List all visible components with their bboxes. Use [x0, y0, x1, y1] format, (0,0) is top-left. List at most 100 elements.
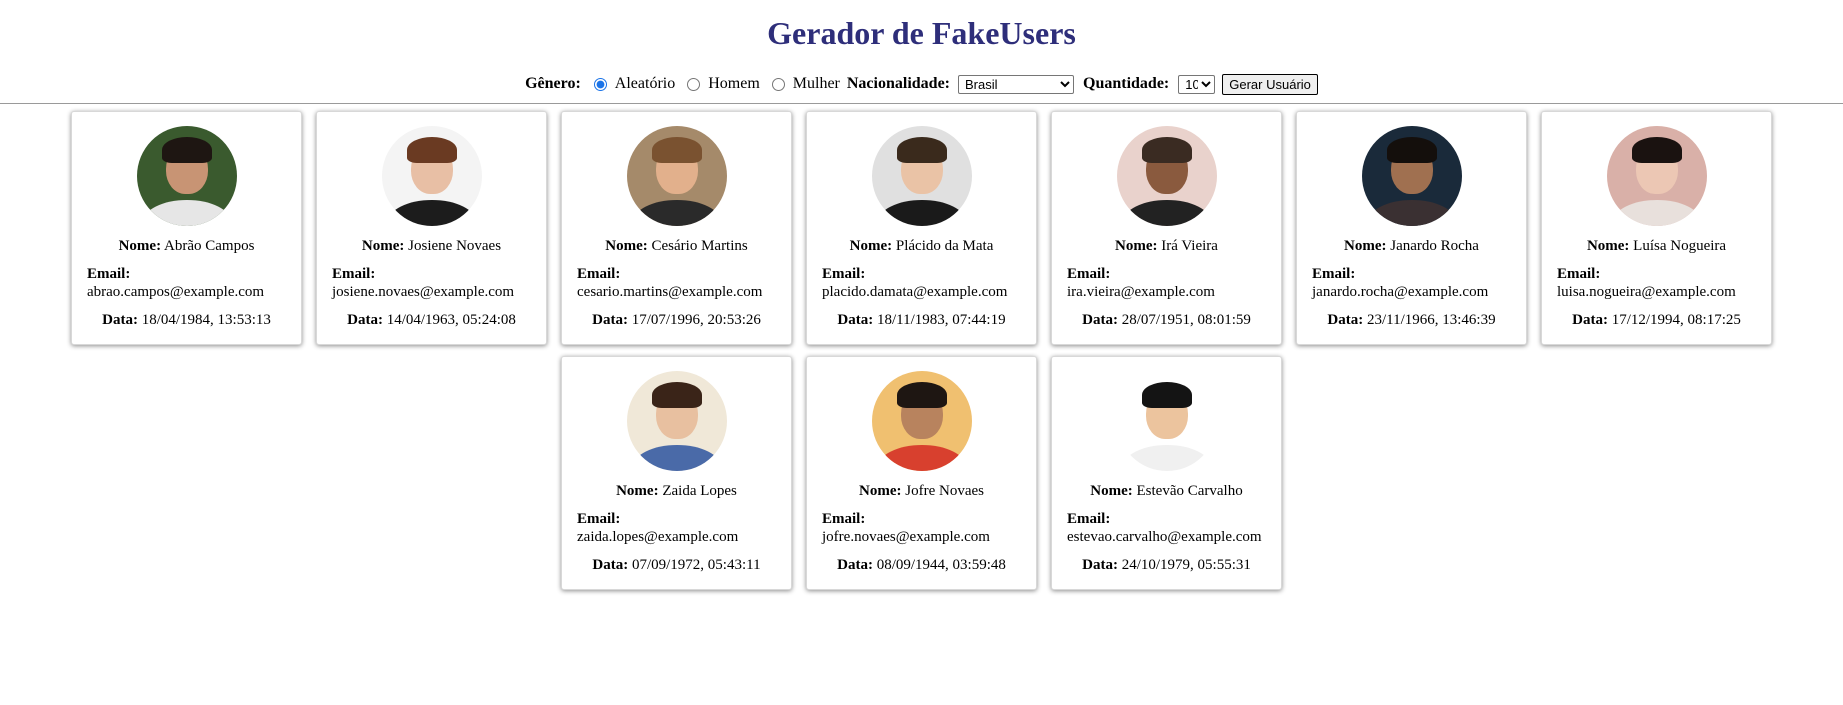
- user-email: luisa.nogueira@example.com: [1557, 284, 1736, 300]
- radio-homem-input[interactable]: [687, 77, 701, 91]
- radio-homem-label: Homem: [708, 75, 760, 92]
- user-name: Luísa Nogueira: [1633, 238, 1727, 254]
- nome-label: Nome:: [859, 483, 902, 499]
- avatar: [1116, 371, 1217, 471]
- user-name: Janardo Rocha: [1390, 238, 1479, 254]
- user-card: Nome: Janardo Rocha Email: janardo.rocha@e…: [1296, 111, 1527, 345]
- data-label: Data:: [592, 312, 628, 328]
- email-label: Email:: [332, 266, 376, 282]
- radio-homem[interactable]: Homem: [675, 75, 760, 93]
- quantidade-select[interactable]: 10: [1178, 74, 1216, 94]
- avatar-hair: [1141, 382, 1192, 408]
- radio-mulher[interactable]: Mulher: [760, 75, 840, 93]
- avatar: [626, 371, 727, 471]
- avatar: [1606, 126, 1707, 226]
- data-label: Data:: [1327, 312, 1364, 328]
- user-card: Nome: Cesário Martins Email: cesario.marti…: [561, 111, 792, 345]
- radio-aleatorio-input[interactable]: [593, 77, 607, 91]
- data-label: Data:: [102, 312, 138, 328]
- data-label: Data:: [837, 312, 874, 328]
- user-card: Nome: Abrão Campos Email: abrao.campos@exa…: [71, 111, 302, 345]
- user-date-line: Data: 14/04/1963, 05:24:08: [317, 311, 546, 329]
- avatar-hair: [651, 382, 702, 408]
- nome-label: Nome:: [118, 238, 162, 254]
- user-email-block: Email: estevao.carvalho@example.com: [1052, 510, 1281, 546]
- user-email-block: Email: josiene.novaes@example.com: [317, 265, 546, 301]
- user-email-block: Email: placido.damata@example.com: [807, 265, 1036, 301]
- user-card: Nome: Luísa Nogueira Email: luisa.nogueira…: [1541, 111, 1772, 345]
- data-label: Data:: [1082, 312, 1118, 328]
- user-cards-grid: Nome: Abrão Campos Email: abrao.campos@exa…: [42, 111, 1802, 590]
- avatar: [381, 126, 482, 226]
- avatar-body: [632, 200, 721, 226]
- user-name-line: Nome: Plácido da Mata: [807, 237, 1036, 255]
- user-date: 18/11/1983, 07:44:19: [876, 312, 1006, 328]
- user-email: janardo.rocha@example.com: [1312, 284, 1489, 300]
- user-name-line: Nome: Josiene Novaes: [317, 237, 546, 255]
- user-name: Abrão Campos: [164, 238, 255, 254]
- user-date: 18/04/1984, 13:53:13: [141, 312, 271, 328]
- user-name: Plácido da Mata: [895, 238, 994, 254]
- user-card: Nome: Zaida Lopes Email: zaida.lopes@examp…: [561, 356, 792, 590]
- user-name: Zaida Lopes: [662, 483, 737, 499]
- nacionalidade-select[interactable]: Brasil: [958, 74, 1074, 94]
- data-label: Data:: [837, 557, 873, 573]
- nacionalidade-label: Nacionalidade:: [846, 75, 950, 92]
- gerar-usuario-button[interactable]: Gerar Usuário: [1222, 73, 1318, 95]
- user-name-line: Nome: Irá Vieira: [1052, 237, 1281, 255]
- radio-aleatorio[interactable]: Aleatório: [581, 75, 675, 93]
- user-date: 28/07/1951, 08:01:59: [1121, 312, 1251, 328]
- user-date-line: Data: 18/04/1984, 13:53:13: [72, 311, 301, 329]
- user-card: Nome: Jofre Novaes Email: jofre.novaes@exa…: [806, 356, 1037, 590]
- user-name-line: Nome: Janardo Rocha: [1297, 237, 1526, 255]
- user-date: 24/10/1979, 05:55:31: [1121, 557, 1251, 573]
- email-label: Email:: [577, 266, 621, 282]
- email-label: Email:: [1067, 266, 1111, 282]
- email-label: Email:: [822, 511, 866, 527]
- user-email: josiene.novaes@example.com: [332, 284, 515, 300]
- avatar: [871, 126, 972, 226]
- avatar-body: [1122, 445, 1211, 471]
- user-email-block: Email: luisa.nogueira@example.com: [1542, 265, 1771, 301]
- nome-label: Nome:: [849, 238, 893, 254]
- genero-label: Gênero:: [525, 75, 581, 92]
- divider: [0, 103, 1843, 104]
- radio-mulher-label: Mulher: [792, 75, 840, 92]
- user-card: Nome: Irá Vieira Email: ira.vieira@example…: [1051, 111, 1282, 345]
- user-name-line: Nome: Jofre Novaes: [807, 482, 1036, 500]
- user-date: 07/09/1972, 05:43:11: [631, 557, 761, 573]
- data-label: Data:: [1082, 557, 1118, 573]
- avatar-body: [877, 200, 966, 226]
- user-date: 23/11/1966, 13:46:39: [1366, 312, 1496, 328]
- user-name: Cesário Martins: [651, 238, 748, 254]
- user-date-line: Data: 07/09/1972, 05:43:11: [562, 556, 791, 574]
- avatar-hair: [406, 137, 457, 163]
- nome-label: Nome:: [1344, 238, 1387, 254]
- avatar-body: [387, 200, 476, 226]
- user-date-line: Data: 08/09/1944, 03:59:48: [807, 556, 1036, 574]
- radio-aleatorio-label: Aleatório: [614, 75, 676, 92]
- radio-mulher-input[interactable]: [771, 77, 785, 91]
- user-date-line: Data: 23/11/1966, 13:46:39: [1297, 311, 1526, 329]
- avatar-body: [877, 445, 966, 471]
- user-card: Nome: Estevão Carvalho Email: estevao.carv…: [1051, 356, 1282, 590]
- user-date: 17/12/1994, 08:17:25: [1611, 312, 1741, 328]
- user-name-line: Nome: Estevão Carvalho: [1052, 482, 1281, 500]
- user-date-line: Data: 24/10/1979, 05:55:31: [1052, 556, 1281, 574]
- email-label: Email:: [1067, 511, 1111, 527]
- user-card: Nome: Plácido da Mata Email: placido.damat…: [806, 111, 1037, 345]
- email-label: Email:: [1557, 266, 1601, 282]
- user-date: 17/07/1996, 20:53:26: [631, 312, 761, 328]
- email-label: Email:: [87, 266, 131, 282]
- page-title: Gerador de FakeUsers: [767, 15, 1076, 51]
- user-email: ira.vieira@example.com: [1067, 284, 1215, 300]
- avatar-hair: [1386, 137, 1437, 163]
- avatar: [626, 126, 727, 226]
- avatar-body: [1367, 200, 1456, 226]
- user-email: estevao.carvalho@example.com: [1067, 529, 1262, 545]
- nome-label: Nome:: [1115, 238, 1158, 254]
- user-email-block: Email: janardo.rocha@example.com: [1297, 265, 1526, 301]
- user-email-block: Email: cesario.martins@example.com: [562, 265, 791, 301]
- user-name: Irá Vieira: [1161, 238, 1218, 254]
- user-name: Estevão Carvalho: [1136, 483, 1243, 499]
